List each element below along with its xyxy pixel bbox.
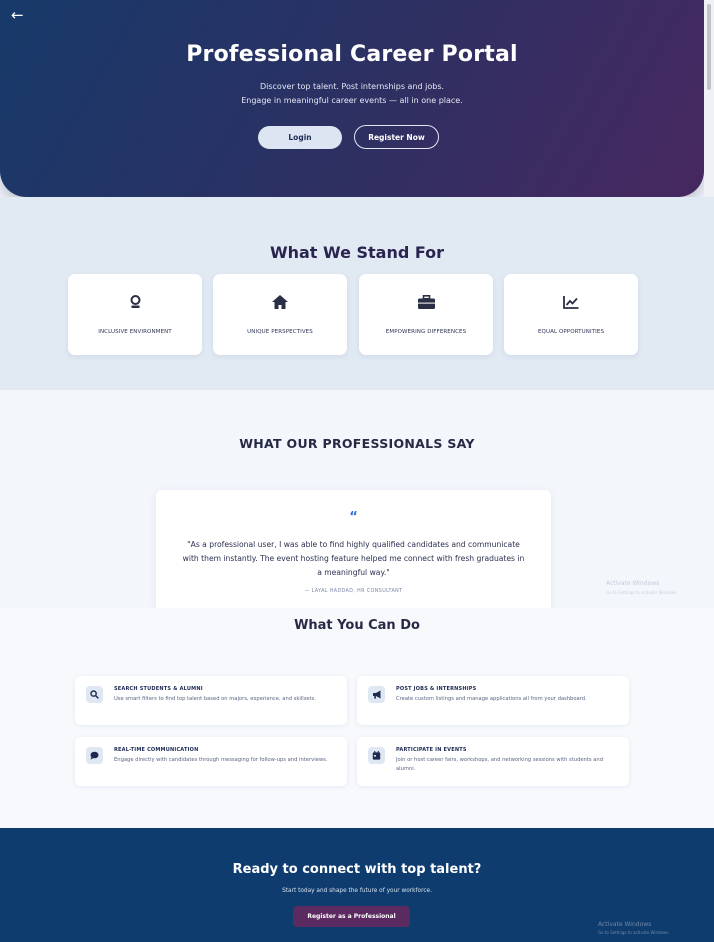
value-label: EQUAL OPPORTUNITIES — [537, 329, 605, 335]
hero-subtitle-line1: Discover top talent. Post internships an… — [259, 82, 445, 91]
login-button[interactable]: Login — [258, 126, 342, 149]
feature-desc: Use smart filters to find top talent bas… — [114, 696, 316, 702]
hero-banner: ← Professional Career Portal Discover to… — [0, 0, 704, 197]
value-card-empowering: EMPOWERING DIFFERENCES — [359, 274, 493, 355]
cta-subtext: Start today and shape the future of your… — [282, 888, 432, 894]
back-arrow-icon[interactable]: ← — [11, 8, 24, 23]
testimonial-author: — LAYAL HADDAD, HR CONSULTANT — [304, 589, 403, 594]
values-section: What We Stand For INCLUSIVE ENVIRONMENT … — [0, 197, 714, 390]
quote-line: "As a professional user, I was able to f… — [187, 540, 520, 549]
value-card-unique: UNIQUE PERSPECTIVES — [213, 274, 347, 355]
chart-line-icon — [504, 295, 638, 309]
values-heading: What We Stand For — [269, 243, 445, 262]
feature-card-events: PARTICIPATE IN EVENTS Join or host caree… — [357, 737, 629, 786]
testimonial-card: “ "As a professional user, I was able to… — [156, 490, 551, 608]
search-icon — [86, 686, 103, 703]
testimonials-heading: WHAT OUR PROFESSIONALS SAY — [239, 436, 475, 451]
quote-icon: “ — [349, 510, 358, 525]
feature-title: PARTICIPATE IN EVENTS — [396, 747, 467, 753]
home-icon — [213, 295, 347, 309]
register-now-button[interactable]: Register Now — [354, 125, 439, 149]
cta-section: Ready to connect with top talent? Start … — [0, 828, 714, 942]
feature-card-communication: REAL-TIME COMMUNICATION Engage directly … — [75, 737, 347, 786]
value-card-equal: EQUAL OPPORTUNITIES — [504, 274, 638, 355]
value-label: INCLUSIVE ENVIRONMENT — [98, 329, 172, 335]
activate-windows-watermark: Activate Windows — [606, 580, 660, 587]
activate-windows-subtext: Go to Settings to activate Windows. — [598, 930, 670, 935]
quote-line: with them instantly. The event hosting f… — [182, 554, 525, 563]
feature-title: POST JOBS & INTERNSHIPS — [396, 686, 477, 692]
briefcase-icon — [359, 295, 493, 309]
feature-desc: Join or host career fairs, workshops, an… — [396, 757, 603, 772]
testimonials-section: WHAT OUR PROFESSIONALS SAY “ "As a profe… — [0, 390, 714, 608]
feature-card-post-jobs: POST JOBS & INTERNSHIPS Create custom li… — [357, 676, 629, 725]
register-professional-button[interactable]: Register as a Professional — [293, 906, 410, 927]
award-icon — [68, 295, 202, 309]
chat-icon — [86, 747, 103, 764]
feature-title: REAL-TIME COMMUNICATION — [114, 747, 199, 753]
testimonial-quote: "As a professional user, I was able to f… — [174, 538, 533, 580]
feature-title: SEARCH STUDENTS & ALUMNI — [114, 686, 203, 692]
activate-windows-watermark: Activate Windows — [598, 921, 652, 928]
feature-desc: Engage directly with candidates through … — [114, 757, 328, 763]
value-label: EMPOWERING DIFFERENCES — [385, 329, 467, 335]
quote-line: a meaningful way." — [317, 568, 390, 577]
feature-card-search: SEARCH STUDENTS & ALUMNI Use smart filte… — [75, 676, 347, 725]
activate-windows-subtext: Go to Settings to activate Windows. — [606, 590, 678, 595]
features-heading: What You Can Do — [294, 618, 420, 633]
value-card-inclusive: INCLUSIVE ENVIRONMENT — [68, 274, 202, 355]
feature-desc: Create custom listings and manage applic… — [396, 696, 587, 702]
features-section: What You Can Do SEARCH STUDENTS & ALUMNI… — [0, 608, 714, 828]
page-title: Professional Career Portal — [186, 42, 518, 67]
hero-subtitle-line2: Engage in meaningful career events — all… — [241, 96, 463, 105]
value-label: UNIQUE PERSPECTIVES — [247, 329, 313, 335]
megaphone-icon — [368, 686, 385, 703]
calendar-icon — [368, 747, 385, 764]
scrollbar-thumb[interactable] — [707, 4, 711, 90]
cta-heading: Ready to connect with top talent? — [232, 862, 482, 877]
